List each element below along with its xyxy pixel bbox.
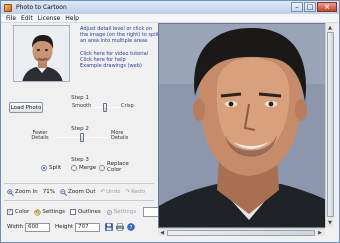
magnifier-minus-icon (60, 188, 67, 196)
more-details-label: More Details (111, 130, 129, 141)
render-options: ✓ Color Settings Outlines Settings (7, 207, 162, 217)
redo-button[interactable]: ↷ Redo (126, 189, 145, 195)
color-settings-label: Settings (42, 209, 65, 215)
scroll-down-arrow[interactable]: ▼ (326, 219, 334, 226)
menu-help[interactable]: Help (65, 15, 79, 22)
title-bar: Photo to Cartoon – □ × (1, 1, 339, 14)
color-settings-button[interactable]: Settings (34, 208, 65, 216)
redo-label: Redo (131, 189, 145, 195)
zoom-toolbar: Zoom In 71% Zoom Out ↶ Undo ↷ Redo (7, 187, 150, 197)
merge-label: Merge (79, 165, 97, 171)
zoom-out-button[interactable]: Zoom Out (60, 188, 96, 196)
menu-license[interactable]: License (38, 15, 61, 22)
gear-icon (106, 209, 112, 215)
instructions-text: Adjust detail level or click on the imag… (80, 26, 159, 44)
menu-edit[interactable]: Edit (21, 15, 33, 22)
separator (4, 183, 154, 184)
print-icon[interactable] (116, 223, 125, 231)
undo-label: Undo (106, 189, 121, 195)
outlines-checkbox[interactable]: Outlines (69, 209, 101, 215)
outlines-check-box (69, 209, 76, 215)
horizontal-scroll-thumb[interactable] (167, 230, 315, 236)
help-links: Adjust detail level or click on the imag… (80, 26, 160, 69)
separator (4, 200, 154, 201)
menu-bar: File Edit License Help (1, 14, 339, 23)
split-label: Split (49, 165, 62, 171)
help-icon[interactable]: ? (127, 223, 135, 231)
outlines-settings-label: Settings (113, 209, 137, 215)
zoom-value: 71% (42, 189, 55, 195)
window-controls: – □ × (290, 2, 337, 12)
width-label: Width (7, 224, 23, 230)
outlines-label: Outlines (77, 209, 101, 215)
scroll-left-arrow[interactable]: ◀ (158, 229, 166, 236)
vertical-scrollbar[interactable]: ▲ ▼ (325, 23, 334, 228)
split-radio[interactable]: Split (41, 165, 61, 171)
split-radio-dot (41, 165, 47, 171)
color-checkbox[interactable]: ✓ Color (7, 209, 29, 215)
examples-link[interactable]: Example drawings (web) (80, 63, 160, 69)
original-photo-thumbnail[interactable] (13, 25, 70, 82)
height-label: Height (54, 224, 74, 230)
undo-icon: ↶ (100, 189, 106, 195)
color-check-box: ✓ (7, 209, 13, 215)
zoom-out-label: Zoom Out (67, 189, 96, 195)
load-photo-button[interactable]: Load Photo (9, 102, 43, 113)
zoom-in-button[interactable]: Zoom In (7, 188, 38, 196)
scroll-up-arrow[interactable]: ▲ (326, 24, 334, 31)
cartoon-preview-canvas[interactable] (158, 23, 334, 228)
thumbnail-portrait-image (14, 26, 69, 81)
magnifier-plus-icon (7, 188, 14, 196)
menu-file[interactable]: File (6, 15, 16, 22)
undo-button[interactable]: ↶ Undo (101, 189, 121, 195)
scroll-right-arrow[interactable]: ▶ (316, 229, 324, 236)
maximize-button[interactable]: □ (304, 2, 316, 12)
merge-radio[interactable]: Merge (71, 165, 96, 171)
width-input[interactable]: 600 (24, 222, 50, 232)
close-button[interactable]: × (317, 2, 337, 12)
vertical-scroll-thumb[interactable] (327, 32, 334, 217)
horizontal-scrollbar[interactable]: ◀ ▶ (158, 228, 325, 236)
palette-icon (34, 208, 41, 216)
save-icon[interactable] (105, 223, 113, 231)
app-icon (4, 3, 12, 12)
merge-radio-dot (71, 165, 77, 171)
replace-color-radio-dot (99, 164, 105, 171)
step3-title: Step 3 (71, 157, 89, 163)
minimize-button[interactable]: – (291, 2, 303, 12)
control-panel: Adjust detail level or click on the imag… (4, 23, 162, 237)
size-row: Width 600 Height 707 ? (7, 222, 136, 232)
color-label: Color (15, 209, 30, 215)
zoom-in-label: Zoom In (15, 189, 38, 195)
cartoon-portrait-image (159, 24, 333, 227)
smooth-label: Smooth (72, 103, 92, 109)
window-title: Photo to Cartoon (16, 4, 67, 11)
svg-text:?: ? (130, 225, 133, 231)
step1-title: Step 1 (71, 95, 89, 101)
smoothness-slider-thumb[interactable] (103, 103, 108, 112)
height-input[interactable]: 707 (75, 222, 101, 232)
fewer-details-label: Fewer Details (31, 130, 49, 141)
crisp-label: Crisp (121, 103, 134, 109)
detail-slider-thumb[interactable] (80, 133, 84, 142)
replace-color-label: Replace Color (107, 161, 129, 173)
replace-color-radio[interactable]: Replace Color (99, 161, 129, 173)
outlines-settings-button[interactable]: Settings (106, 209, 137, 216)
redo-icon: ↷ (125, 189, 131, 195)
